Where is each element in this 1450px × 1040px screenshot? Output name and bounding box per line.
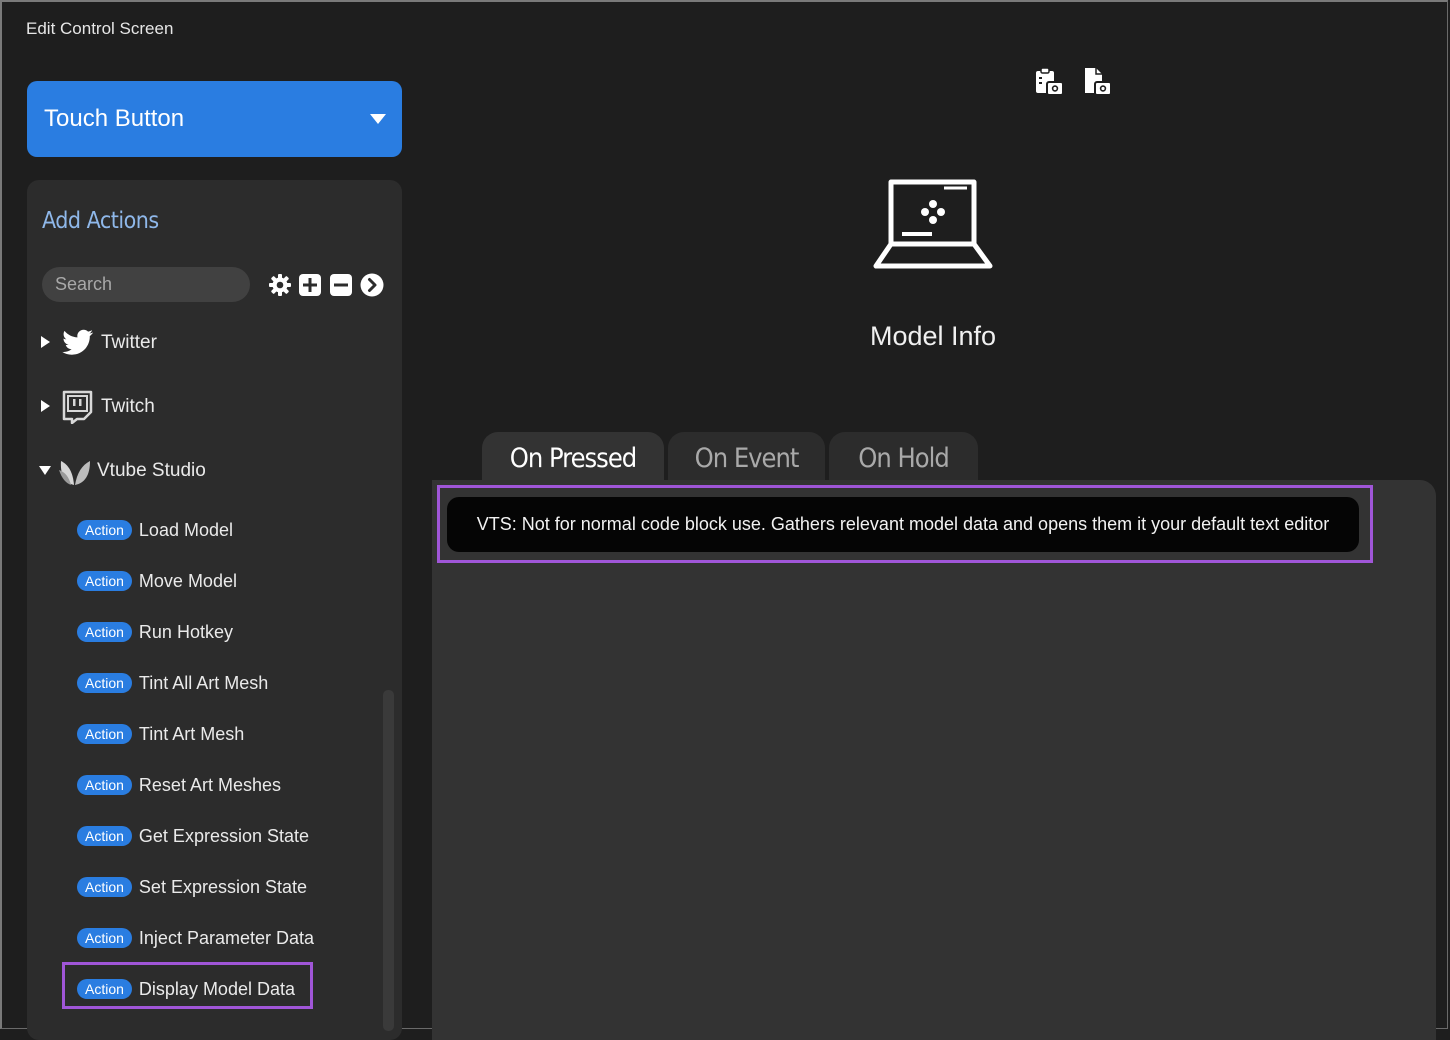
arrow-right-circle-icon[interactable] [360,273,384,297]
window-title: Edit Control Screen [26,19,174,38]
twitter-icon [62,329,93,355]
action-item-tint-all-art-mesh[interactable]: Action Tint All Art Mesh [77,668,268,698]
action-item-run-hotkey[interactable]: Action Run Hotkey [77,617,233,647]
twitch-icon [62,390,93,424]
action-badge: Action [77,826,132,846]
action-label: Reset Art Meshes [138,774,281,795]
action-badge: Action [77,622,132,642]
action-label: Inject Parameter Data [138,927,314,948]
tab-label: On Hold [858,442,950,474]
vtube-studio-icon [59,461,90,485]
expand-arrow-icon [41,400,50,412]
action-badge: Action [77,673,132,693]
highlight-box [437,485,1373,563]
search-input[interactable] [42,267,250,302]
collapse-arrow-icon [39,466,51,475]
group-twitch[interactable]: Twitch [27,387,367,427]
action-item-tint-art-mesh[interactable]: Action Tint Art Mesh [77,719,244,749]
tab-content-area [432,480,1436,1040]
gear-icon[interactable] [268,273,292,297]
tab-on-hold[interactable]: On Hold [829,432,978,484]
panel-title: Add Actions [42,208,159,234]
laptop-gamepad-icon [873,179,993,269]
chevron-down-icon [370,114,386,124]
group-label: Twitch [101,396,155,417]
action-badge: Action [77,928,132,948]
plus-icon[interactable] [298,273,322,297]
action-label: Run Hotkey [138,621,233,642]
action-label: Tint All Art Mesh [138,672,269,693]
action-label: Get Expression State [138,825,310,846]
action-badge: Action [77,877,132,897]
action-item-reset-art-meshes[interactable]: Action Reset Art Meshes [77,770,281,800]
tab-label: On Event [694,442,800,474]
group-vtube-studio[interactable]: Vtube Studio [27,451,367,491]
highlight-box [62,962,313,1009]
action-item-load-model[interactable]: Action Load Model [77,515,233,545]
action-label: Tint Art Mesh [138,723,245,744]
action-badge: Action [77,724,132,744]
clipboard-camera-icon[interactable] [1034,67,1064,97]
control-type-value: Touch Button [44,105,185,132]
action-label: Move Model [138,570,237,591]
sidebar-scrollbar[interactable] [383,690,394,1031]
expand-arrow-icon [41,336,50,348]
action-item-get-expression-state[interactable]: Action Get Expression State [77,821,309,851]
action-item-move-model[interactable]: Action Move Model [77,566,237,596]
group-twitter[interactable]: Twitter [27,323,367,363]
control-type-dropdown[interactable]: Touch Button [27,81,402,157]
tab-label: On Pressed [509,442,637,474]
action-label: Set Expression State [138,876,308,897]
tab-on-pressed[interactable]: On Pressed [482,432,664,484]
action-label: Load Model [138,519,233,540]
action-item-inject-parameter-data[interactable]: Action Inject Parameter Data [77,923,314,953]
tab-on-event[interactable]: On Event [668,432,825,484]
action-badge: Action [77,571,132,591]
control-title: Model Info [869,321,997,351]
minus-icon[interactable] [329,273,353,297]
group-label: Twitter [101,332,157,353]
add-actions-panel: Add Actions Twitter [27,180,402,1040]
document-camera-icon[interactable] [1082,67,1112,97]
action-item-set-expression-state[interactable]: Action Set Expression State [77,872,307,902]
action-badge: Action [77,775,132,795]
group-label: Vtube Studio [97,460,206,481]
action-badge: Action [77,520,132,540]
